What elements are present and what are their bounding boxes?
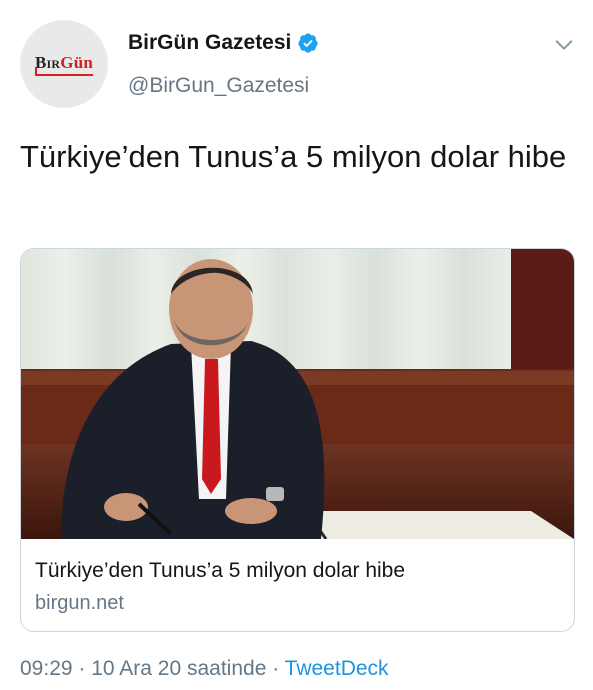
tweet-date[interactable]: 10 Ara 20 saatinde	[91, 657, 266, 680]
meta-separator: ·	[266, 657, 285, 680]
link-card[interactable]: Türkiye’den Tunus’a 5 milyon dolar hibe …	[20, 248, 575, 632]
meta-separator: ·	[72, 657, 92, 680]
logo-gun-text: Gün	[60, 52, 93, 72]
card-image[interactable]	[21, 249, 574, 539]
account-handle[interactable]: @BirGun_Gazetesi	[128, 74, 309, 98]
display-name[interactable]: BirGün Gazetesi	[128, 31, 291, 55]
tweet: Bir Gün BirGün Gazetesi @BirGun_Gazetesi …	[0, 0, 593, 690]
tweet-text: Türkiye’den Tunus’a 5 milyon dolar hibe	[20, 139, 567, 174]
avatar[interactable]: Bir Gün	[20, 20, 108, 108]
tweet-time[interactable]: 09:29	[20, 657, 73, 680]
card-domain: birgun.net	[35, 592, 124, 614]
tweet-source-link[interactable]: TweetDeck	[285, 657, 389, 680]
name-row: BirGün Gazetesi	[128, 31, 319, 55]
birgun-logo: Bir Gün	[34, 52, 94, 76]
card-title[interactable]: Türkiye’den Tunus’a 5 milyon dolar hibe	[35, 559, 405, 583]
verified-badge-icon	[298, 33, 319, 53]
tweet-meta: 09:29 · 10 Ara 20 saatinde · TweetDeck	[20, 657, 389, 681]
card-photo	[21, 249, 574, 539]
logo-bir-text: Bir	[34, 52, 61, 72]
chevron-down-icon[interactable]	[553, 34, 575, 56]
